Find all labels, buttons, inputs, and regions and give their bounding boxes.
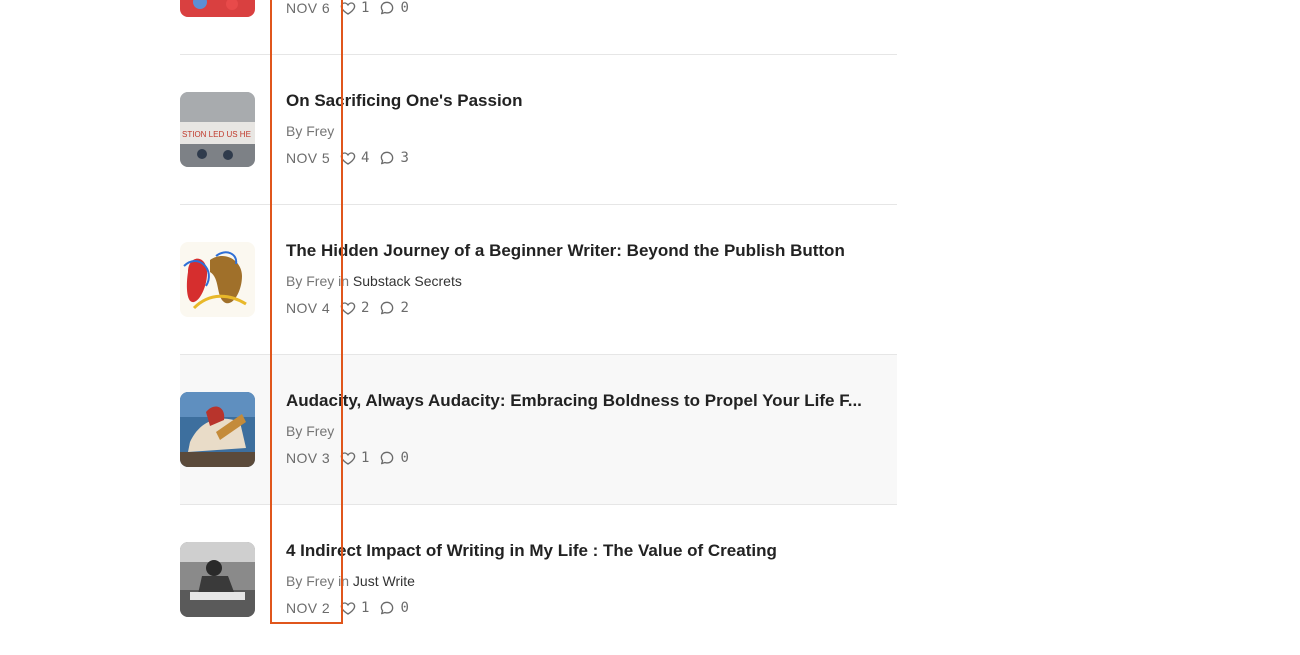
like-button[interactable]: 1 <box>340 0 369 16</box>
post-title[interactable]: 4 Indirect Impact of Writing in My Life … <box>286 541 876 561</box>
comment-icon <box>381 301 394 315</box>
abstract-drawing-icon <box>180 242 255 317</box>
post-date: NOV 6 <box>286 0 331 16</box>
post-item[interactable]: 4 Indirect Impact of Writing in My Life … <box>180 505 897 655</box>
comment-count: 0 <box>400 600 409 616</box>
post-author[interactable]: By Frey <box>286 273 334 289</box>
like-count: 1 <box>361 450 370 466</box>
comment-button[interactable]: 2 <box>379 300 409 316</box>
writer-bw-photo-icon <box>180 542 255 617</box>
comment-button[interactable]: 0 <box>379 0 409 16</box>
heart-icon <box>340 152 356 165</box>
like-count: 2 <box>361 300 370 316</box>
like-count: 1 <box>361 0 370 16</box>
post-item[interactable]: NOV 6 1 0 <box>180 0 897 55</box>
post-thumbnail[interactable]: STION LED US HE <box>180 92 255 167</box>
post-date: NOV 5 <box>286 150 331 166</box>
post-thumbnail[interactable] <box>180 242 255 317</box>
post-author[interactable]: By Frey <box>286 123 334 139</box>
comment-count: 2 <box>400 300 409 316</box>
post-byline: By Frey <box>286 123 334 139</box>
like-count: 4 <box>361 150 370 166</box>
post-byline: By Frey in Just Write <box>286 573 415 589</box>
like-button[interactable]: 1 <box>340 450 369 466</box>
comment-icon <box>381 601 394 615</box>
post-meta: NOV 3 1 0 <box>286 450 419 466</box>
comment-icon <box>381 151 394 165</box>
post-byline: By Frey <box>286 423 334 439</box>
post-author[interactable]: By Frey <box>286 423 334 439</box>
heart-icon <box>340 302 356 315</box>
post-thumbnail[interactable] <box>180 392 255 467</box>
post-meta: NOV 6 1 0 <box>286 0 419 16</box>
post-thumbnail[interactable] <box>180 0 255 17</box>
byline-in: in <box>338 573 350 589</box>
post-item[interactable]: The Hidden Journey of a Beginner Writer:… <box>180 205 897 355</box>
byline-in: in <box>338 273 350 289</box>
photo-thumbnail-icon <box>180 0 255 17</box>
heart-icon <box>340 2 356 15</box>
heart-icon <box>340 602 356 615</box>
post-title[interactable]: On Sacrificing One's Passion <box>286 91 876 111</box>
comment-count: 3 <box>400 150 409 166</box>
like-button[interactable]: 2 <box>340 300 369 316</box>
post-item[interactable]: Audacity, Always Audacity: Embracing Bol… <box>180 355 897 505</box>
post-meta: NOV 5 4 3 <box>286 150 419 166</box>
like-count: 1 <box>361 600 370 616</box>
comment-count: 0 <box>400 450 409 466</box>
post-thumbnail[interactable] <box>180 542 255 617</box>
post-author[interactable]: By Frey <box>286 573 334 589</box>
post-meta: NOV 4 2 2 <box>286 300 419 316</box>
heart-icon <box>340 452 356 465</box>
post-date: NOV 2 <box>286 600 331 616</box>
post-date: NOV 4 <box>286 300 331 316</box>
comment-button[interactable]: 0 <box>379 600 409 616</box>
post-item[interactable]: STION LED US HE On Sacrificing One's Pas… <box>180 55 897 205</box>
post-publication[interactable]: Just Write <box>353 573 415 589</box>
protest-sign-photo-icon: STION LED US HE <box>180 92 255 167</box>
post-title[interactable]: The Hidden Journey of a Beginner Writer:… <box>286 241 876 261</box>
svg-text:STION LED US HE: STION LED US HE <box>182 130 251 139</box>
comment-button[interactable]: 0 <box>379 450 409 466</box>
like-button[interactable]: 4 <box>340 150 369 166</box>
post-title[interactable]: Audacity, Always Audacity: Embracing Bol… <box>286 391 876 411</box>
like-button[interactable]: 1 <box>340 600 369 616</box>
napoleon-painting-icon <box>180 392 255 467</box>
post-byline: By Frey in Substack Secrets <box>286 273 462 289</box>
comment-icon <box>381 1 394 15</box>
comment-count: 0 <box>400 0 409 16</box>
comment-icon <box>381 451 394 465</box>
post-date: NOV 3 <box>286 450 331 466</box>
comment-button[interactable]: 3 <box>379 150 409 166</box>
post-publication[interactable]: Substack Secrets <box>353 273 462 289</box>
post-meta: NOV 2 1 0 <box>286 600 419 616</box>
